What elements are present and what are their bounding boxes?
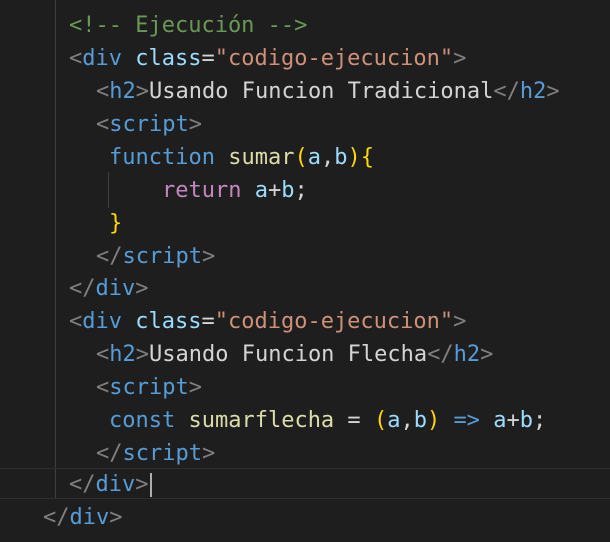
variable: b (519, 408, 533, 433)
tag-bracket: < (96, 112, 110, 137)
code-line[interactable]: <div class="codigo-ejecucion"> (69, 305, 466, 338)
parameter: a (307, 145, 321, 170)
code-line[interactable]: <h2>Usando Funcion Tradicional</h2> (96, 75, 560, 108)
function-name: sumarflecha (188, 408, 335, 433)
code-line[interactable]: const sumarflecha = (a,b) => a+b; (109, 404, 546, 437)
tag-bracket: < (96, 342, 110, 367)
tag-bracket: > (135, 342, 149, 367)
comma: , (400, 408, 414, 433)
attribute-name: class (135, 46, 202, 71)
indent-guide (55, 0, 56, 498)
tag-name: script (109, 112, 189, 137)
variable: a (254, 178, 268, 203)
tag-name: h2 (109, 342, 136, 367)
semicolon: ; (532, 408, 547, 433)
tag-bracket: > (453, 309, 467, 334)
paren: ) (426, 408, 441, 433)
code-line[interactable]: function sumar(a,b){ (109, 141, 374, 174)
tag-bracket: > (188, 112, 202, 137)
tag-bracket: </ (493, 79, 520, 104)
comma: , (320, 145, 335, 170)
tag-bracket: > (135, 79, 149, 104)
tag-name: h2 (453, 342, 481, 367)
paren: ) (347, 145, 361, 170)
tag-bracket: > (480, 342, 494, 367)
tag-bracket: > (109, 505, 123, 530)
paren: ( (294, 145, 308, 170)
operator: = (334, 408, 374, 433)
code-line[interactable]: return a+b; (162, 174, 308, 207)
attribute-value: "codigo-ejecucion" (214, 46, 454, 71)
code-line[interactable]: <script> (96, 371, 202, 404)
operator: + (267, 178, 282, 203)
tag-name: script (109, 375, 189, 400)
code-line[interactable]: </div> (69, 468, 152, 501)
tag-name: div (82, 46, 122, 71)
tag-name: h2 (109, 79, 136, 104)
tag-name: script (122, 244, 202, 269)
paren: ( (373, 408, 388, 433)
variable: a (493, 408, 507, 433)
code-line[interactable]: </script> (96, 437, 215, 470)
function-name: sumar (228, 145, 295, 170)
keyword: const (109, 408, 176, 433)
heading-text: Usando Funcion Tradicional (149, 79, 494, 104)
code-editor[interactable]: <!-- Ejecución --> <div class="codigo-ej… (0, 0, 610, 542)
tag-bracket: < (96, 79, 110, 104)
tag-bracket: > (188, 375, 202, 400)
arrow-operator: => (453, 408, 480, 433)
tag-bracket: > (546, 79, 560, 104)
tag-bracket: </ (69, 276, 96, 301)
html-comment: <!-- Ejecución --> (69, 13, 308, 38)
variable: b (281, 178, 295, 203)
parameter: a (387, 408, 401, 433)
brace: { (360, 145, 374, 170)
code-line[interactable]: <h2>Usando Funcion Flecha</h2> (96, 338, 493, 371)
code-line[interactable]: </div> (69, 272, 149, 305)
parameter: b (334, 145, 348, 170)
indent-guide (108, 172, 109, 208)
tag-bracket: < (69, 46, 83, 71)
tag-name: div (95, 472, 136, 497)
tag-name: script (122, 441, 202, 466)
attribute-value: "codigo-ejecucion" (214, 309, 454, 334)
operator: + (506, 408, 520, 433)
attribute-name: class (135, 309, 202, 334)
text-cursor (149, 473, 152, 497)
tag-name: div (95, 276, 136, 301)
tag-bracket: </ (96, 441, 123, 466)
equals-sign: = (201, 309, 215, 334)
tag-bracket: > (201, 244, 216, 269)
tag-bracket: < (69, 309, 83, 334)
tag-bracket: </ (96, 244, 123, 269)
code-line[interactable]: <!-- Ejecución --> (69, 9, 307, 42)
code-line[interactable]: <div class="codigo-ejecucion"> (69, 42, 466, 75)
code-line[interactable]: </script> (96, 240, 215, 273)
heading-text: Usando Funcion Flecha (149, 342, 428, 367)
brace: } (109, 211, 123, 236)
keyword: function (109, 145, 215, 170)
semicolon: ; (294, 178, 308, 203)
tag-bracket: > (201, 441, 216, 466)
parameter: b (413, 408, 427, 433)
keyword: return (162, 178, 242, 203)
tag-bracket: </ (427, 342, 454, 367)
tag-name: div (82, 309, 122, 334)
equals-sign: = (201, 46, 215, 71)
tag-bracket: > (135, 276, 149, 301)
tag-bracket: </ (69, 472, 96, 497)
tag-bracket: > (135, 472, 149, 497)
tag-name: div (69, 505, 110, 530)
tag-name: h2 (519, 79, 547, 104)
code-line[interactable]: } (109, 207, 122, 240)
tag-bracket: < (96, 375, 110, 400)
code-line[interactable]: </div> (43, 501, 123, 534)
tag-bracket: </ (43, 505, 70, 530)
code-line[interactable]: <script> (96, 108, 202, 141)
tag-bracket: > (453, 46, 467, 71)
